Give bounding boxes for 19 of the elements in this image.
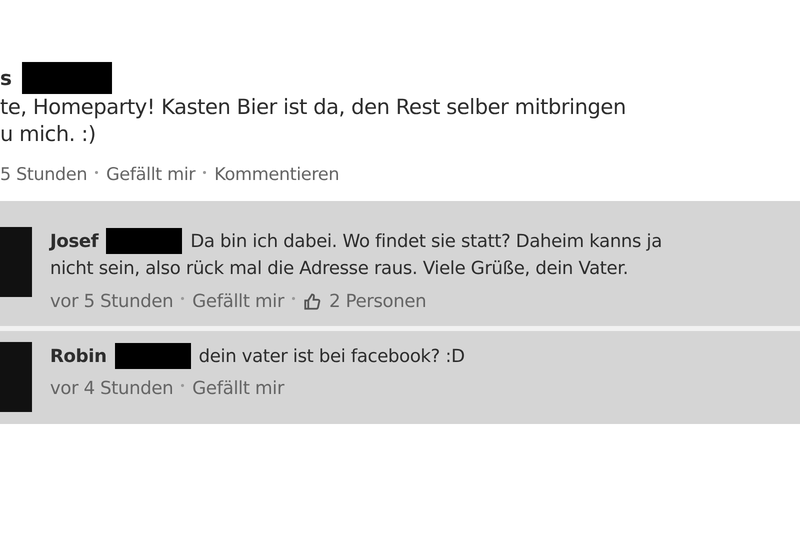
- thumbs-up-icon: [303, 292, 322, 310]
- like-link[interactable]: Gefällt mir: [192, 378, 284, 399]
- comment-text: dein vater ist bei facebook? :D: [198, 346, 465, 366]
- comment-time[interactable]: vor 4 Stunden: [50, 378, 174, 399]
- post-text: te, Homeparty! Kasten Bier ist da, den Rest selber mitbringen: [0, 94, 627, 121]
- post-time[interactable]: 5 Stunden: [0, 165, 88, 185]
- action-link[interactable]: Gefällt mir: [106, 165, 196, 185]
- action-link[interactable]: Kommentieren: [214, 165, 340, 185]
- like-link[interactable]: Gefällt mir: [192, 291, 284, 312]
- avatar: [0, 342, 32, 412]
- avatar: [0, 227, 32, 297]
- comment-time[interactable]: vor 5 Stunden: [50, 291, 174, 312]
- post-text: u mich. :): [0, 121, 97, 148]
- comment-author[interactable]: Robin: [50, 346, 107, 366]
- comment-text: Da bin ich dabei. Wo findet sie statt? Daheim kanns ja: [190, 230, 662, 252]
- comment-text: nicht sein, also rück mal die Adresse raus. Viele Grüße, dein Vater.: [50, 257, 630, 281]
- author-name[interactable]: s: [0, 66, 12, 90]
- like-count[interactable]: 2 Personen: [329, 291, 426, 312]
- comment-author[interactable]: Josef: [50, 230, 98, 252]
